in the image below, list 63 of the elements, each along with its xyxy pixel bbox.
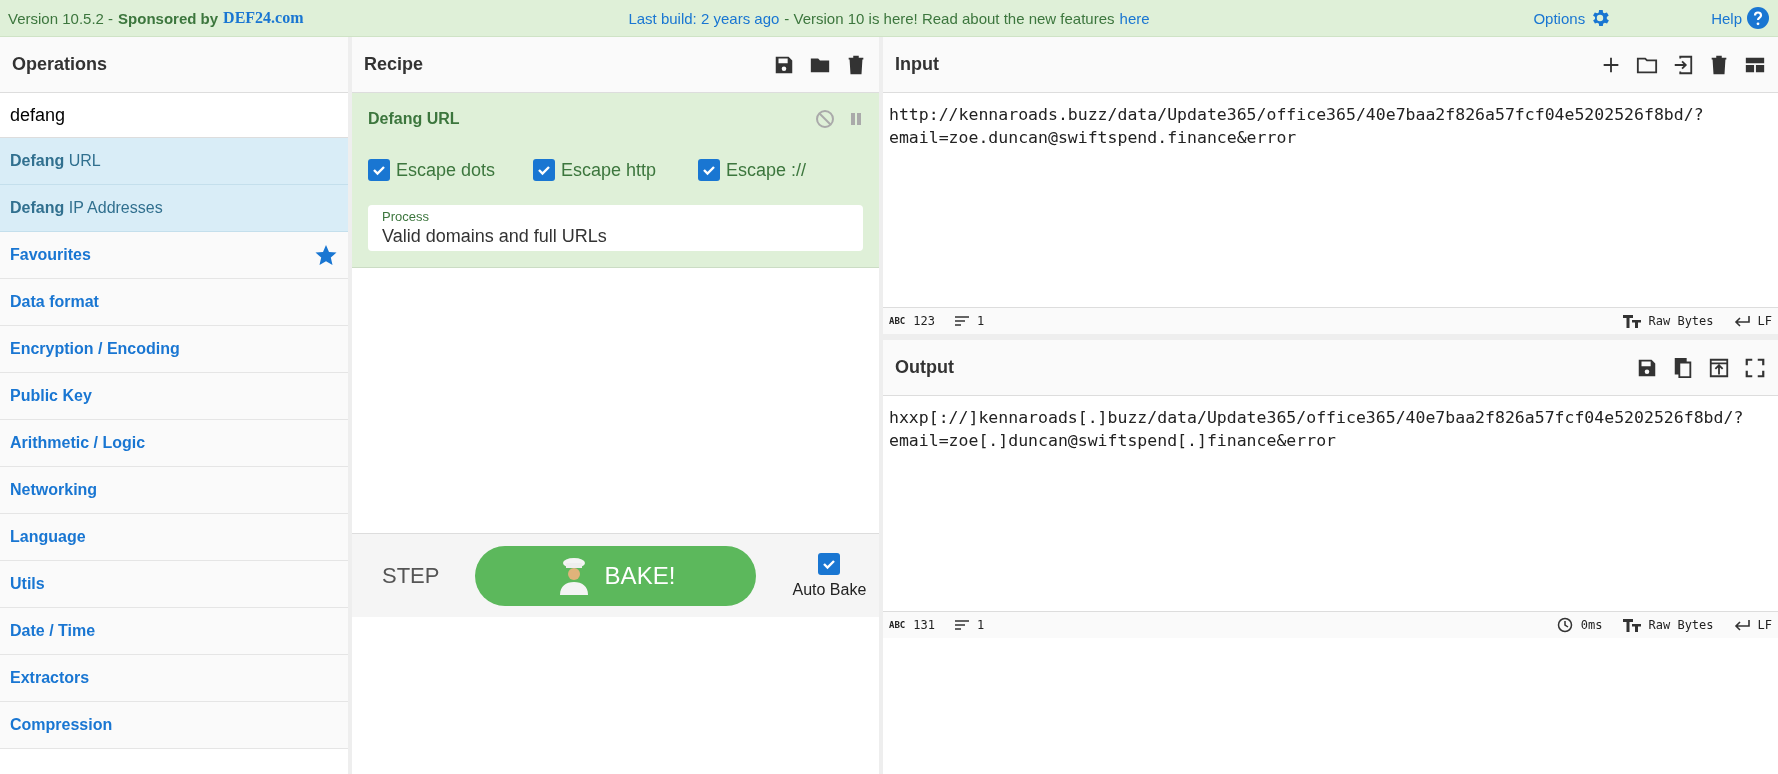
output-text: hxxp[://]kennaroads[.]buzz/data/Update365/office365/40e7baa2f826a57fcf04e5202526f8bd/? email=zoe[.]duncan@swiftspend[.]finance&error	[888, 407, 1745, 452]
version-notice: - Version 10 is here! Read about the new features	[784, 9, 1115, 27]
text-size-icon[interactable]	[1622, 314, 1641, 328]
option-label[interactable]: Escape dots	[396, 159, 496, 181]
input-title: Input	[895, 54, 940, 75]
clock-icon	[1556, 617, 1573, 633]
option-label[interactable]: Escape http	[561, 159, 657, 181]
checkbox[interactable]	[368, 159, 390, 181]
category-item[interactable]: Favourites	[0, 232, 348, 279]
maximize-icon[interactable]	[1744, 356, 1766, 379]
lines-count: 1	[976, 314, 985, 328]
help-link[interactable]: Help	[1711, 9, 1742, 27]
category-item[interactable]: Encryption / Encoding	[0, 326, 348, 373]
build-link[interactable]: Last build: 2 years ago	[628, 9, 780, 27]
text-size-icon[interactable]	[1622, 618, 1641, 632]
options-link[interactable]: Options	[1533, 9, 1586, 27]
lines-icon	[954, 315, 969, 327]
category-item[interactable]: Language	[0, 514, 348, 561]
category-item[interactable]: Networking	[0, 467, 348, 514]
option-label[interactable]: Escape ://	[726, 159, 807, 181]
replace-input-icon[interactable]	[1708, 356, 1730, 379]
bake-time: 0ms	[1580, 618, 1603, 632]
lines-count: 1	[976, 618, 985, 632]
checkbox[interactable]	[698, 159, 720, 181]
copy-icon[interactable]	[1672, 356, 1694, 379]
search-result[interactable]: Defang IP Addresses	[0, 185, 348, 232]
help-icon[interactable]	[1746, 6, 1770, 30]
length-count: 131	[913, 618, 935, 632]
step-button[interactable]: STEP	[382, 562, 440, 589]
text-length-icon: ABC	[889, 620, 906, 630]
operations-title: Operations	[12, 54, 109, 75]
checkbox[interactable]	[533, 159, 555, 181]
text-length-icon: ABC	[889, 316, 906, 326]
output-title: Output	[895, 357, 955, 378]
category-item[interactable]: Date / Time	[0, 608, 348, 655]
encoding-label[interactable]: Raw Bytes	[1648, 314, 1714, 328]
encoding-label[interactable]: Raw Bytes	[1648, 618, 1714, 632]
search-result[interactable]: Defang URL	[0, 138, 348, 185]
operation-name: Defang URL	[368, 110, 461, 128]
auto-bake-checkbox[interactable]	[818, 552, 841, 575]
bake-button[interactable]: BAKE!	[475, 545, 757, 606]
return-icon[interactable]	[1733, 619, 1750, 631]
auto-bake-label[interactable]: Auto Bake	[792, 580, 867, 599]
input-text[interactable]: http://kennaroads.buzz/data/Update365/office365/40e7baa2f826a57fcf04e5202526f8bd/? email=zoe.duncan@swiftspend.finance&error	[883, 93, 1778, 307]
version-label: Version 10.5.2 -	[8, 9, 114, 27]
sponsor-label: Sponsored by	[118, 9, 219, 27]
category-item[interactable]: Data format	[0, 279, 348, 326]
category-item[interactable]: Compression	[0, 702, 348, 749]
recipe-title: Recipe	[364, 54, 425, 75]
category-item[interactable]: Extractors	[0, 655, 348, 702]
length-count: 123	[913, 314, 935, 328]
category-item[interactable]: Arithmetic / Logic	[0, 420, 348, 467]
star-icon	[314, 243, 338, 267]
lines-icon	[954, 619, 969, 631]
sponsor-link[interactable]: DEF24.com	[223, 9, 304, 27]
line-ending-label[interactable]: LF	[1757, 618, 1772, 632]
category-item[interactable]: Public Key	[0, 373, 348, 420]
line-ending-label[interactable]: LF	[1757, 314, 1772, 328]
process-field[interactable]: Process Valid domains and full URLs	[368, 205, 863, 251]
return-icon[interactable]	[1733, 315, 1750, 327]
release-notes-link[interactable]: here	[1119, 9, 1150, 27]
category-item[interactable]: Utils	[0, 561, 348, 608]
input-icon[interactable]	[1672, 53, 1694, 76]
